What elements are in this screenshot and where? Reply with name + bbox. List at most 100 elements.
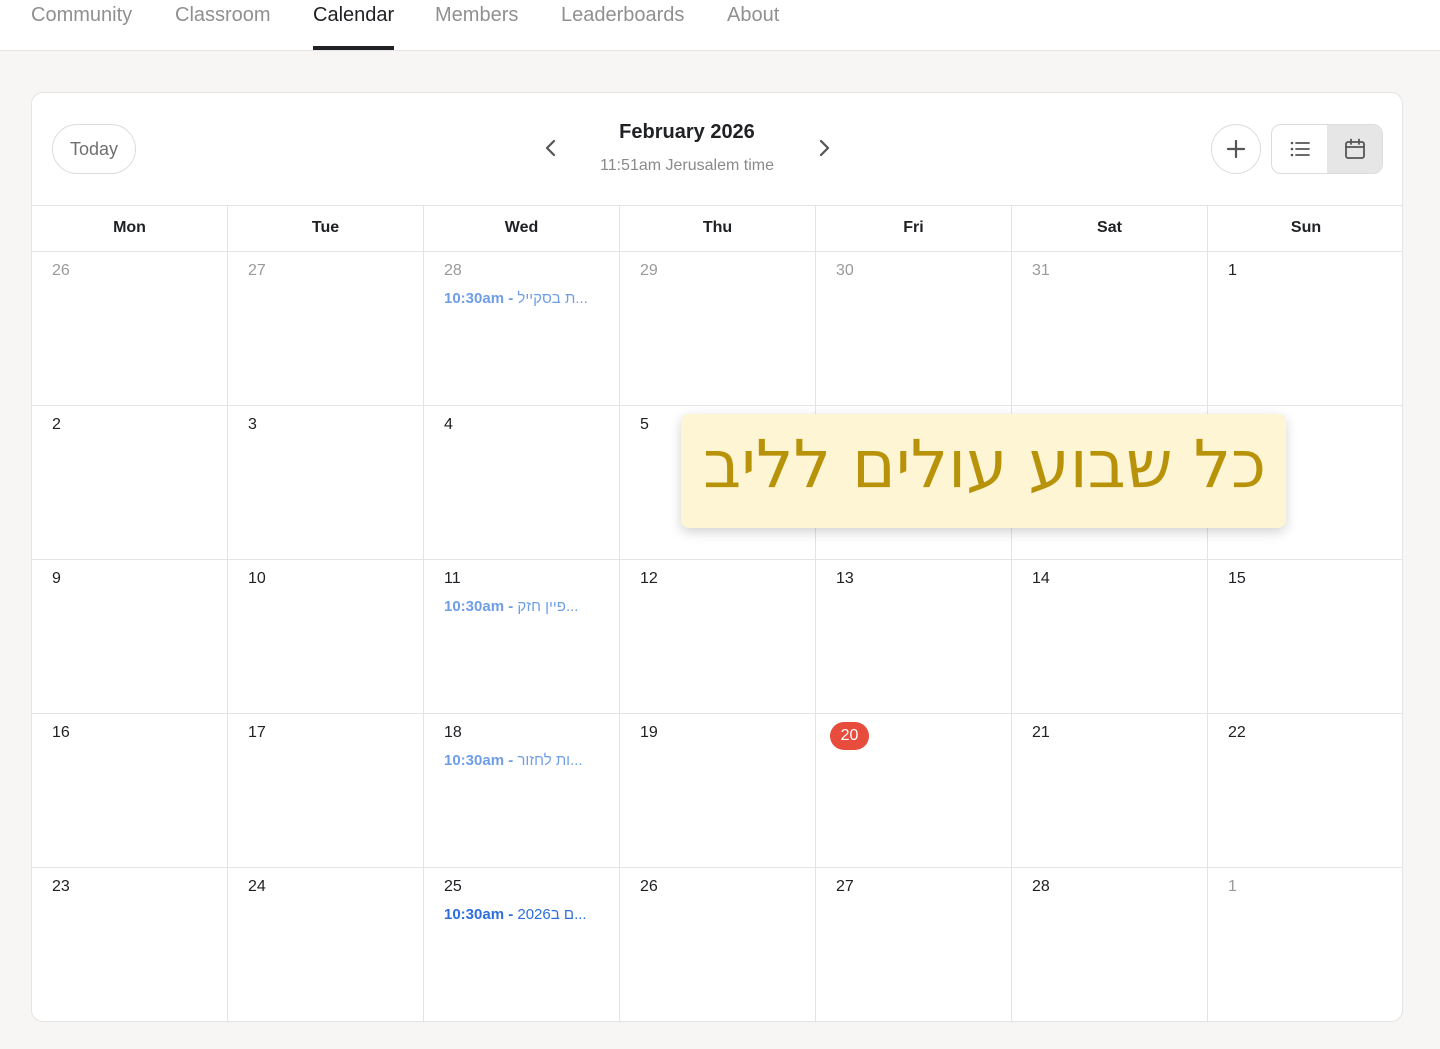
day-number: 12 [640,570,658,587]
day-number: 4 [444,416,453,433]
month-grid: 26 27 28 10:30am - ת בסקייל... 29 30 31 1 2 3 4 5 9 1… [32,252,1402,1021]
today-button[interactable]: Today [52,124,136,174]
day-cell[interactable]: 25 10:30am - 2026ם ב... [424,868,620,1021]
event-title: 2026ם ב... [517,906,587,923]
day-cell[interactable]: 17 [228,714,424,868]
day-cell[interactable]: 9 [32,560,228,714]
day-number: 30 [836,262,854,279]
day-cell[interactable]: 20 [816,714,1012,868]
day-cell[interactable]: 24 [228,868,424,1021]
day-number: 13 [836,570,854,587]
next-month-button[interactable] [809,133,839,163]
day-cell[interactable]: 18 10:30am - ות לחזור... [424,714,620,868]
day-cell[interactable]: 27 [816,868,1012,1021]
weekday-sun: Sun [1290,219,1322,236]
day-number: 27 [836,878,854,895]
view-toggle [1271,124,1383,174]
day-cell[interactable]: 15 [1208,560,1402,714]
weekday-sat: Sat [1012,205,1208,251]
day-cell[interactable]: 16 [32,714,228,868]
day-number: 25 [444,878,462,895]
weekday-thu: Thu [620,205,816,251]
day-number: 2 [52,416,61,433]
event-title: ות לחזור... [517,752,583,769]
day-number: 5 [640,416,649,433]
event-time: 10:30am - [444,598,518,615]
calendar-card: Today February 2026 11:51am Jerusalem ti… [31,92,1403,1022]
day-number: 1 [1228,262,1237,279]
day-cell[interactable]: 26 [620,868,816,1021]
day-cell[interactable]: 26 [32,252,228,406]
caption-text: כל שבוע עולים לליב [703,426,1266,503]
day-number: 1 [1228,878,1237,895]
calendar-event[interactable]: 10:30am - 2026ם ב... [444,906,604,923]
day-cell[interactable]: 23 [32,868,228,1021]
day-cell[interactable]: 10 [228,560,424,714]
day-cell[interactable]: 19 [620,714,816,868]
day-cell[interactable]: 11 10:30am - פיין חזק... [424,560,620,714]
day-cell[interactable]: 31 [1012,252,1208,406]
day-cell[interactable]: 3 [228,406,424,560]
day-cell[interactable]: 29 [620,252,816,406]
weekday-tue: Tue [228,205,424,251]
list-view-button[interactable] [1272,125,1328,173]
day-number: 18 [444,724,462,741]
day-number: 29 [640,262,658,279]
day-cell[interactable]: 14 [1012,560,1208,714]
day-cell[interactable]: 28 10:30am - ת בסקייל... [424,252,620,406]
tab-community[interactable]: Community [31,0,132,50]
day-number: 26 [52,262,70,279]
event-time: 10:30am - [444,290,518,307]
calendar-event[interactable]: 10:30am - ות לחזור... [444,752,604,769]
day-cell[interactable]: 1 [1208,868,1402,1021]
day-number: 10 [248,570,266,587]
day-cell[interactable]: 2 [32,406,228,560]
day-number: 15 [1228,570,1246,587]
top-navigation: Community Classroom Calendar Members Lea… [0,0,1440,51]
today-date-badge: 20 [830,722,869,750]
day-number: 28 [444,262,462,279]
add-event-button[interactable] [1211,124,1261,174]
day-number: 19 [640,724,658,741]
tab-about[interactable]: About [727,0,779,50]
day-cell[interactable]: 22 [1208,714,1402,868]
day-number: 27 [248,262,266,279]
day-number: 16 [52,724,70,741]
day-cell[interactable]: 27 [228,252,424,406]
tab-members[interactable]: Members [435,0,518,50]
list-view-icon [1290,141,1310,157]
day-number: 22 [1228,724,1246,741]
calendar-view-button[interactable] [1327,125,1382,173]
day-number: 3 [248,416,257,433]
day-number: 17 [248,724,266,741]
calendar-view-icon [1345,138,1365,159]
day-number: 24 [248,878,266,895]
day-cell[interactable]: 13 [816,560,1012,714]
caption-banner: כל שבוע עולים לליב [681,414,1286,528]
calendar-event[interactable]: 10:30am - ת בסקייל... [444,290,604,307]
day-number: 11 [444,570,461,587]
weekday-fri: Fri [816,205,1012,251]
day-cell[interactable]: 28 [1012,868,1208,1021]
event-title: פיין חזק... [517,598,579,615]
calendar-event[interactable]: 10:30am - פיין חזק... [444,598,604,615]
day-cell[interactable]: 30 [816,252,1012,406]
day-cell[interactable]: 4 [424,406,620,560]
day-cell[interactable]: 12 [620,560,816,714]
day-number: 21 [1032,724,1050,741]
weekday-wed: Wed [424,205,620,251]
day-number: 14 [1032,570,1050,587]
month-title: February 2026 [619,121,755,143]
chevron-right-icon [819,139,830,157]
timezone-text: 11:51am Jerusalem time [600,157,774,174]
day-cell[interactable]: 21 [1012,714,1208,868]
tab-leaderboards[interactable]: Leaderboards [561,0,684,50]
day-number: 23 [52,878,70,895]
day-number: 26 [640,878,658,895]
day-number: 31 [1032,262,1050,279]
day-cell[interactable]: 1 [1208,252,1402,406]
day-number: 28 [1032,878,1050,895]
tab-calendar[interactable]: Calendar [313,0,395,50]
tab-classroom[interactable]: Classroom [175,0,271,50]
weekday-mon: Mon [32,205,228,251]
